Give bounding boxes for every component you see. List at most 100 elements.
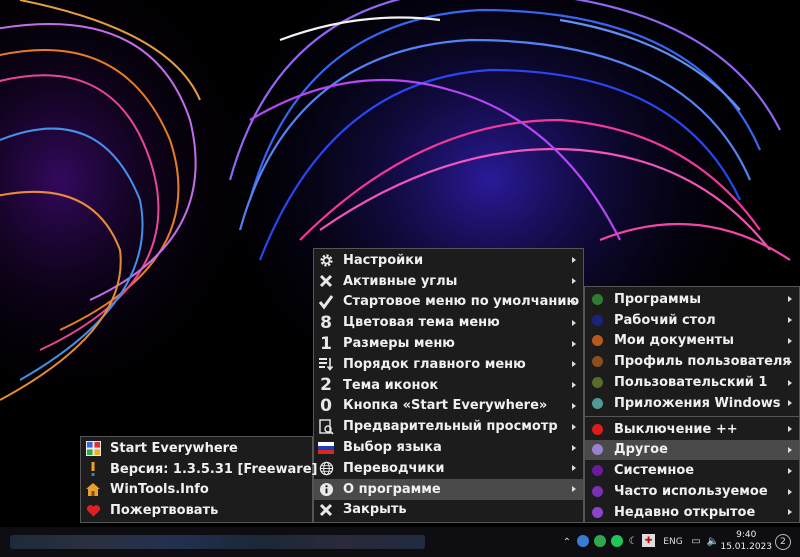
menu-separator [585, 415, 799, 417]
main-menu-item[interactable]: Предварительный просмотр [314, 416, 583, 437]
tray-app-icon[interactable] [611, 535, 623, 547]
submenu-item[interactable]: Другое [585, 439, 799, 461]
color-dot-icon [587, 419, 607, 439]
submenu-arrow-icon [572, 319, 576, 326]
menu-item-label: Рабочий стол [614, 312, 716, 328]
main-menu-item[interactable]: 2 Тема иконок [314, 375, 583, 396]
menu-item-label: Другое [614, 442, 668, 458]
taskbar-apps-blurred[interactable] [10, 535, 425, 549]
menu-item-label: Системное [614, 463, 695, 479]
about-menu-item[interactable]: Версия: 1.3.5.31 [Freeware] [81, 459, 317, 480]
submenu-item[interactable]: Мои документы [585, 331, 799, 352]
home-icon [83, 480, 103, 500]
digit-2-icon: 2 [320, 375, 332, 396]
notifications-badge[interactable]: 2 [775, 534, 791, 550]
color-dot-icon [587, 461, 607, 481]
menu-item-label: Недавно открытое [614, 504, 756, 520]
main-menu-item[interactable]: Стартовое меню по умолчанию [314, 292, 583, 313]
about-submenu: Start Everywhere Версия: 1.3.5.31 [Freewa… [80, 436, 317, 523]
about-menu-item[interactable]: Пожертвовать [81, 500, 312, 521]
digit-8-icon: 8 [320, 312, 332, 333]
main-menu-item[interactable]: Переводчики [314, 458, 583, 479]
menu-item-label: Кнопка «Start Everywhere» [343, 398, 548, 414]
color-dot-icon [587, 440, 607, 460]
submenu-arrow-icon [788, 509, 792, 516]
menu-item-label: Настройки [343, 252, 424, 268]
submenu-arrow-icon [572, 402, 576, 409]
heart-icon [83, 501, 103, 521]
menu-item-label: Порядок главного меню [343, 356, 526, 372]
submenu-item[interactable]: Программы [585, 289, 799, 310]
submenu-item[interactable]: Профиль пользователя [585, 351, 799, 372]
menu-item-label: Предварительный просмотр [343, 419, 558, 435]
submenu-arrow-icon [788, 358, 792, 365]
globe-icon [316, 458, 336, 478]
about-menu-item[interactable]: Start Everywhere [81, 438, 312, 459]
tray-app-icon[interactable] [577, 535, 589, 547]
main-menu-item[interactable]: Выбор языка [314, 437, 583, 458]
submenu-arrow-icon [572, 465, 576, 472]
submenu-item[interactable]: Пользовательский 1 [585, 372, 799, 393]
submenu-arrow-icon [788, 337, 792, 344]
taskbar: ⌃ ☾ ✚ ENG ▭ 🔈 9:40 15.01.2023 2 [0, 527, 800, 557]
submenu-item[interactable]: Выключение ++ [585, 419, 799, 440]
main-menu-item[interactable]: О программе [314, 478, 583, 500]
main-menu-item[interactable]: Настройки [314, 250, 583, 271]
submenu-arrow-icon [572, 382, 576, 389]
menu-item-label: Цветовая тема меню [343, 315, 500, 331]
menu-item-label: WinTools.Info [110, 482, 209, 498]
app-logo-icon [83, 438, 103, 458]
submenu-item[interactable]: Приложения Windows [585, 393, 799, 414]
clock-date: 15.01.2023 [720, 542, 772, 552]
color-dot-icon [587, 502, 607, 522]
close-icon [316, 500, 336, 520]
submenu-arrow-icon [572, 486, 576, 493]
submenu-arrow-icon [572, 298, 576, 305]
close-x-icon [316, 271, 336, 291]
main-menu-item[interactable]: 1 Размеры меню [314, 333, 583, 354]
start-everywhere-tray-icon[interactable]: ✚ [642, 534, 655, 547]
submenu-item[interactable]: Рабочий стол [585, 310, 799, 331]
main-menu-item[interactable]: Закрыть [314, 500, 583, 521]
clock[interactable]: 9:40 15.01.2023 [720, 529, 772, 553]
gear-icon [316, 250, 336, 270]
color-dot-icon [587, 310, 607, 330]
russian-flag-icon [316, 438, 336, 458]
main-menu-item[interactable]: 0 Кнопка «Start Everywhere» [314, 396, 583, 417]
color-dot-icon [587, 352, 607, 372]
about-menu-item[interactable]: WinTools.Info [81, 480, 312, 501]
language-indicator[interactable]: ENG [662, 535, 684, 549]
preview-icon [316, 417, 336, 437]
main-context-menu: Настройки Активные углы Стартовое меню по … [313, 248, 584, 523]
chevron-up-icon[interactable]: ⌃ [560, 535, 574, 549]
moon-icon[interactable]: ☾ [627, 535, 639, 547]
clock-time: 9:40 [736, 530, 757, 540]
menu-item-label: Мои документы [614, 333, 734, 349]
color-dot-icon [587, 331, 607, 351]
menu-item-label: Стартовое меню по умолчанию [343, 294, 580, 310]
menu-item-label: Переводчики [343, 460, 445, 476]
menu-item-label: Start Everywhere [110, 440, 238, 456]
submenu-item[interactable]: Недавно открытое [585, 502, 799, 523]
tray-app-icon[interactable] [594, 535, 606, 547]
menu-item-label: Программы [614, 291, 701, 307]
menu-item-label: Выбор языка [343, 440, 442, 456]
submenu-item[interactable]: Системное [585, 460, 799, 481]
menu-item-label: Приложения Windows [614, 395, 781, 411]
main-menu-item[interactable]: Порядок главного меню [314, 354, 583, 375]
menu-item-label: Активные углы [343, 273, 458, 289]
color-dot-icon [587, 289, 607, 309]
main-menu-item[interactable]: 8 Цветовая тема меню [314, 312, 583, 333]
submenu-arrow-icon [788, 379, 792, 386]
submenu-arrow-icon [788, 446, 792, 453]
network-icon[interactable]: ▭ [690, 535, 702, 547]
submenu-item[interactable]: Часто используемое [585, 481, 799, 502]
menu-item-label: Часто используемое [614, 484, 768, 500]
digit-1-icon: 1 [320, 333, 332, 354]
submenu-arrow-icon [788, 317, 792, 324]
submenu-arrow-icon [572, 423, 576, 430]
color-dot-icon [587, 393, 607, 413]
main-menu-item[interactable]: Активные углы [314, 271, 583, 292]
menu-item-label: Пользовательский 1 [614, 375, 768, 391]
volume-icon[interactable]: 🔈 [707, 535, 719, 547]
